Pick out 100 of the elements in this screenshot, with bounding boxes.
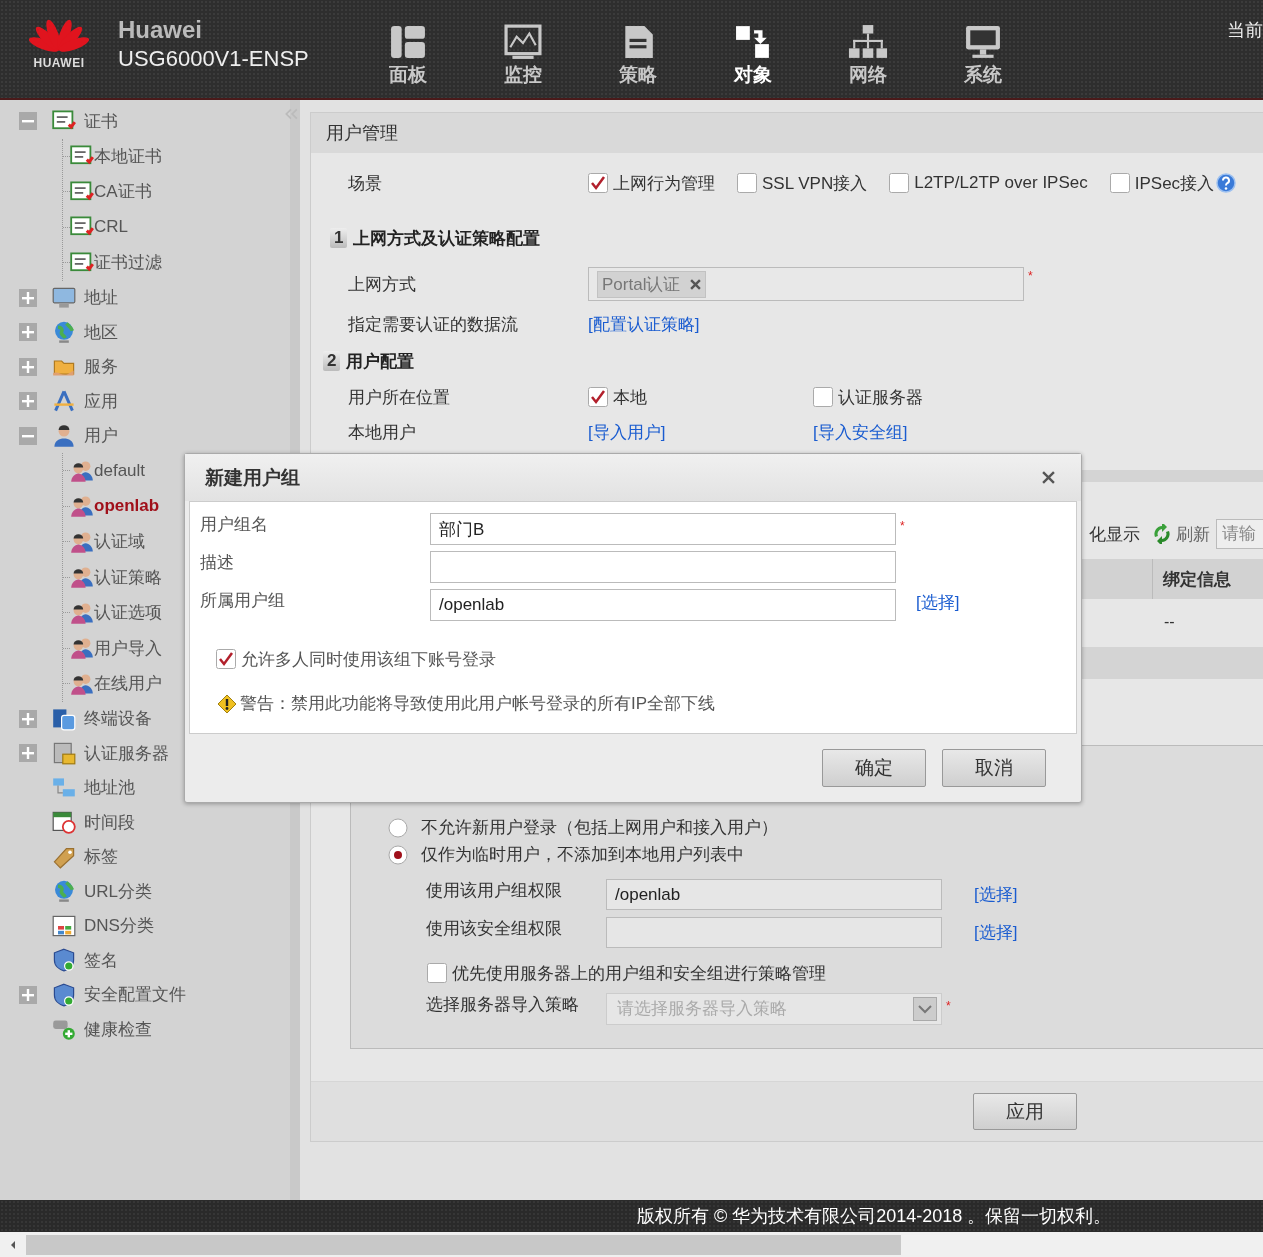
checkbox[interactable]: [813, 387, 833, 407]
tree-item[interactable]: 认证服务器: [84, 741, 169, 765]
header-text: 当前: [1227, 19, 1263, 42]
checkbox[interactable]: [889, 173, 910, 193]
server-icon: [52, 741, 76, 766]
select-link[interactable]: [选择]: [916, 591, 960, 614]
collapse-toggle-icon[interactable]: [19, 426, 37, 445]
checkbox[interactable]: [427, 963, 447, 983]
step-number: 2: [323, 351, 341, 371]
column-header: 绑定信息: [1152, 559, 1263, 599]
expand-toggle-icon[interactable]: [19, 392, 37, 411]
logo-text: HUAWEI: [33, 56, 85, 70]
tag-chip[interactable]: Portal认证: [597, 270, 707, 298]
nav-tab[interactable]: 面板: [350, 0, 465, 88]
tree-item[interactable]: DNS分类: [84, 914, 154, 938]
cancel-button[interactable]: 取消: [942, 749, 1046, 787]
help-icon[interactable]: [1216, 173, 1237, 193]
tree-item[interactable]: openlab: [94, 496, 160, 517]
apply-button[interactable]: 应用: [973, 1093, 1077, 1130]
brand-name: Huawei: [118, 16, 204, 44]
tree-item[interactable]: 证书: [84, 109, 118, 133]
radio-button[interactable]: [388, 844, 408, 865]
text-field[interactable]: [430, 551, 896, 583]
checkbox-label: 上网行为管理: [613, 172, 715, 195]
nav-tab[interactable]: 监控: [465, 0, 580, 88]
tree-item[interactable]: 地址池: [84, 776, 135, 800]
tree-item[interactable]: 本地证书: [94, 144, 162, 168]
tree-item[interactable]: 安全配置文件: [84, 983, 186, 1007]
refresh-icon[interactable]: [1152, 524, 1172, 544]
tree-item[interactable]: CRL: [94, 217, 128, 238]
tree-item[interactable]: 认证选项: [94, 601, 162, 625]
checkbox[interactable]: [1109, 173, 1130, 193]
tree-item[interactable]: default: [94, 460, 146, 481]
collapse-toggle-icon[interactable]: [19, 112, 37, 131]
tree-item[interactable]: 应用: [84, 389, 118, 413]
tree-item[interactable]: 健康检查: [84, 1017, 152, 1041]
text-field[interactable]: 部门B: [430, 513, 896, 545]
nav-tab[interactable]: 系统: [925, 0, 1040, 88]
search-field[interactable]: 请输: [1216, 519, 1263, 549]
field-label: 用户组名: [200, 514, 269, 536]
tree-item[interactable]: 地址: [84, 286, 118, 310]
close-icon[interactable]: [1042, 471, 1055, 484]
remove-icon[interactable]: [690, 278, 702, 290]
radio-button[interactable]: [388, 817, 408, 838]
expand-toggle-icon[interactable]: [19, 288, 37, 307]
checkbox[interactable]: [737, 173, 757, 193]
required-mark: *: [1028, 269, 1033, 283]
tree-item[interactable]: 标签: [84, 845, 118, 869]
expand-toggle-icon[interactable]: [19, 744, 37, 763]
checkbox[interactable]: [588, 387, 608, 407]
configure-link[interactable]: [配置认证策略]: [588, 312, 700, 336]
users-icon: [70, 529, 94, 554]
panel-title: 用户管理: [326, 122, 398, 145]
dialog-title: 新建用户组: [205, 465, 300, 490]
select-link[interactable]: [选择]: [974, 883, 1018, 906]
text-field[interactable]: /openlab: [430, 589, 896, 621]
collapse-icon[interactable]: [284, 108, 298, 120]
tag-field[interactable]: Portal认证: [588, 267, 1024, 301]
select-link[interactable]: [选择]: [974, 921, 1018, 944]
import-link[interactable]: [导入安全组]: [813, 420, 1038, 444]
step-number: 1: [330, 228, 348, 248]
tree-item[interactable]: 用户: [84, 424, 118, 448]
devices-icon: [52, 706, 76, 731]
tree-item[interactable]: URL分类: [84, 879, 152, 903]
expand-toggle-icon[interactable]: [19, 985, 37, 1004]
checkbox-label: IPSec接入: [1134, 172, 1215, 195]
security-group-field[interactable]: [606, 917, 942, 948]
nav-tab[interactable]: 对象: [695, 0, 810, 88]
tree-item[interactable]: 服务: [84, 355, 118, 379]
radio-label: 不允许新用户登录（包括上网用户和接入用户）: [421, 817, 778, 839]
section-title: 上网方式及认证策略配置: [353, 227, 541, 250]
caret-icon: [913, 996, 937, 1021]
confirm-button[interactable]: 确定: [822, 749, 926, 787]
field-label: 使用该安全组权限: [426, 918, 563, 940]
warning-text: 警告：禁用此功能将导致使用此用户帐号登录的所有IP全部下线: [240, 693, 716, 715]
nav-tab[interactable]: 网络: [810, 0, 925, 88]
nav-tab[interactable]: 策略: [580, 0, 695, 88]
tree-item[interactable]: 终端设备: [84, 707, 152, 731]
tree-item[interactable]: 证书过滤: [94, 251, 162, 275]
tree-item[interactable]: 时间段: [84, 810, 135, 834]
shield-icon: [52, 948, 76, 973]
tree-item[interactable]: 用户导入: [94, 636, 162, 660]
field-label: 指定需要认证的数据流: [348, 313, 519, 336]
expand-toggle-icon[interactable]: [19, 357, 37, 376]
expand-toggle-icon[interactable]: [19, 709, 37, 728]
tree-item[interactable]: CA证书: [94, 180, 152, 204]
checkbox[interactable]: [216, 649, 236, 669]
import-link[interactable]: [导入用户]: [588, 420, 813, 444]
tree-item[interactable]: 认证域: [94, 530, 145, 554]
group-field[interactable]: /openlab: [606, 879, 942, 910]
expand-toggle-icon[interactable]: [19, 323, 37, 342]
tree-item[interactable]: 在线用户: [94, 672, 162, 696]
field-label: 上网方式: [348, 273, 417, 296]
refresh-text[interactable]: 刷新: [1176, 522, 1210, 546]
checkbox[interactable]: [588, 173, 608, 193]
tree-item[interactable]: 签名: [84, 948, 118, 972]
horizontal-scrollbar[interactable]: [0, 1232, 1263, 1257]
toolbar-text[interactable]: 化显示: [1089, 522, 1140, 546]
tree-item[interactable]: 地区: [84, 320, 118, 344]
tree-item[interactable]: 认证策略: [94, 565, 162, 589]
